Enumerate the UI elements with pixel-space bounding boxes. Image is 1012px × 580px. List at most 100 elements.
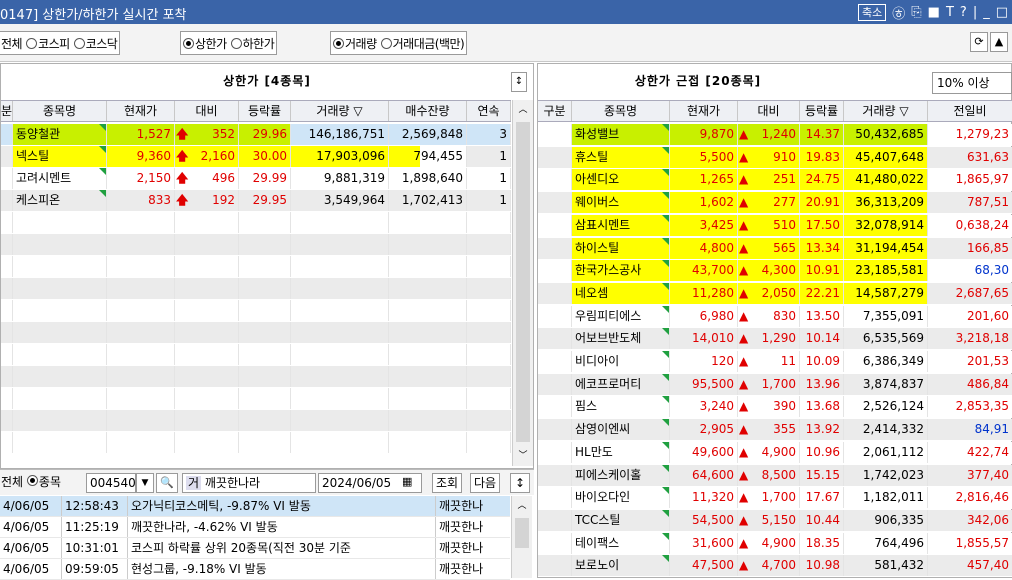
scroll-down-icon[interactable]: ﹀ (513, 446, 533, 466)
code-dropdown-icon[interactable]: ▼ (136, 473, 154, 493)
window-title: 0147] 상한가/하한가 실시간 포착 (0, 8, 187, 23)
table-row[interactable] (1, 300, 511, 322)
table-row[interactable]: 휴스틸 5,500 ▲ 910 19.83 45,407,648 631,63 (538, 146, 1012, 169)
market-kosdaq-radio[interactable]: 코스닥 (73, 35, 118, 52)
up-triangle-icon: ▲ (739, 263, 749, 278)
table-row[interactable] (1, 344, 511, 366)
table-row[interactable]: 고려시멘트 2,150 🡅 496 29.99 9,881,319 1,898,640 1 (1, 168, 511, 190)
table-row[interactable] (1, 432, 511, 454)
table-row[interactable]: 삼영이엔씨 2,905 ▲ 355 13.92 2,414,332 84,91 (538, 419, 1012, 442)
calendar-icon[interactable]: ▦ (402, 473, 422, 493)
stock-name-field: 거 깨끗한나라 (182, 473, 316, 493)
column-header[interactable]: 등락률 (239, 101, 291, 121)
table-row[interactable]: 우림피티에스 6,980 ▲ 830 13.50 7,355,091 201,60 (538, 305, 1012, 328)
table-row[interactable]: 피에스케이홀 64,600 ▲ 8,500 15.15 1,742,023 377,40 (538, 464, 1012, 487)
table-row[interactable] (1, 278, 511, 300)
query-button[interactable]: 조회 (432, 473, 463, 493)
news-item[interactable]: 4/06/05 09:59:05 현성그룹, -9.18% VI 발동 깨끗한나 (0, 559, 510, 580)
table-row[interactable]: TCC스틸 54,500 ▲ 5,150 10.44 906,335 342,06 (538, 509, 1012, 532)
font-icon[interactable]: T (946, 5, 954, 20)
table-row[interactable]: 핌스 3,240 ▲ 390 13.68 2,526,124 2,853,35 (538, 396, 1012, 419)
sort-toggle-icon[interactable]: ↕ (511, 72, 527, 92)
scroll-thumb[interactable] (516, 122, 530, 442)
upper-limit-radio[interactable]: 상한가 (183, 35, 227, 52)
lower-limit-radio[interactable]: 하한가 (230, 35, 275, 52)
news-sort-icon[interactable]: ↕ (510, 473, 530, 493)
table-row[interactable] (1, 366, 511, 388)
scope-all-radio[interactable]: 전체 (1, 475, 23, 489)
scroll-thumb[interactable] (515, 518, 529, 548)
change-cell: ▲ 2,050 (738, 282, 800, 304)
table-row[interactable]: 케스피온 833 🡅 192 29.95 3,549,964 1,702,413 1 (1, 190, 511, 212)
news-item[interactable]: 4/06/05 10:31:01 코스피 하락률 상위 20종목(직전 30분 기준… (0, 538, 510, 559)
help-icon[interactable]: ? (960, 5, 967, 20)
volume-cell: 50,432,685 (844, 124, 928, 145)
table-row[interactable]: 화성밸브 9,870 ▲ 1,240 14.37 50,432,685 1,279,23 (538, 124, 1012, 146)
column-header[interactable]: 거래량 ▽ (844, 101, 928, 121)
column-header[interactable]: 분 (1, 101, 13, 121)
column-header[interactable]: 등락률 (800, 101, 844, 121)
corner-marker-icon (662, 192, 669, 200)
table-row[interactable] (1, 212, 511, 234)
refresh-icon[interactable]: ⟳ (970, 32, 988, 52)
threshold-select[interactable]: 10% 이상 (932, 72, 1012, 94)
table-row[interactable]: 비디아이 120 ▲ 11 10.09 6,386,349 201,53 (538, 351, 1012, 373)
table-row[interactable]: HL만도 49,600 ▲ 4,900 10.96 2,061,112 422,74 (538, 441, 1012, 464)
table-row[interactable]: 에코프로머티 95,500 ▲ 1,700 13.96 3,874,837 486,84 (538, 373, 1012, 396)
column-header[interactable]: 구분 (538, 101, 572, 121)
table-row[interactable] (1, 256, 511, 278)
scroll-up-icon[interactable]: ︿ (512, 496, 532, 516)
corner-marker-icon (662, 509, 669, 517)
column-header[interactable]: 종목명 (13, 101, 107, 121)
table-row[interactable]: 한국가스공사 43,700 ▲ 4,300 10.91 23,185,581 68,30 (538, 260, 1012, 283)
table-row[interactable]: 삼표시멘트 3,425 ▲ 510 17.50 32,078,914 0,638,24 (538, 214, 1012, 237)
column-header[interactable]: 연속 (467, 101, 511, 121)
shrink-button[interactable]: 축소 (857, 3, 887, 21)
news-scrollbar[interactable]: ︿ (511, 496, 532, 578)
table-row[interactable] (1, 234, 511, 256)
news-item[interactable]: 4/06/05 12:58:43 오가닉티코스메틱, -9.87% VI 발동 깨끗한… (0, 496, 510, 517)
table-row[interactable]: 테이팩스 31,600 ▲ 4,900 18.35 764,496 1,855,57 (538, 532, 1012, 555)
gubun-cell (538, 214, 572, 236)
column-header[interactable]: 매수잔량 (389, 101, 467, 121)
table-row[interactable]: 웨이버스 1,602 ▲ 277 20.91 36,313,209 787,51 (538, 192, 1012, 215)
scope-item-radio[interactable]: 종목 (39, 475, 61, 489)
empty-cell (239, 300, 291, 321)
rate-cell: 15.15 (800, 464, 844, 486)
market-kospi-radio[interactable]: 코스피 (26, 35, 70, 52)
news-item[interactable]: 4/06/05 11:25:19 깨끗한나라, -4.62% VI 발동 깨끗한나 (0, 517, 510, 538)
column-header[interactable]: 대비 (175, 101, 239, 121)
next-button[interactable]: 다음 (470, 473, 501, 493)
sort-volume-radio[interactable]: 거래량 (333, 35, 377, 52)
column-header[interactable]: 종목명 (572, 101, 670, 121)
column-header[interactable]: 현재가 (107, 101, 175, 121)
column-header[interactable]: 전일비 (928, 101, 1012, 121)
table-row[interactable]: 네오셈 11,280 ▲ 2,050 22.21 14,587,279 2,687,65 (538, 282, 1012, 305)
market-all-radio[interactable]: 전체 (1, 35, 23, 52)
table-row[interactable] (1, 388, 511, 410)
sort-amount-radio[interactable]: 거래대금(백만) (380, 35, 465, 52)
prev-ratio-cell: 1,279,23 (928, 124, 1012, 145)
left-scrollbar[interactable]: ︿ ﹀ (512, 100, 533, 466)
minimize-icon[interactable]: _ (983, 5, 990, 20)
table-row[interactable] (1, 410, 511, 432)
column-header[interactable]: 거래량 ▽ (291, 101, 389, 121)
table-row[interactable] (1, 322, 511, 344)
table-row[interactable]: 하이스틸 4,800 ▲ 565 13.34 31,194,454 166,85 (538, 237, 1012, 260)
stock-code-input[interactable]: 004540 (86, 473, 136, 493)
table-row[interactable]: 넥스틸 9,360 🡅 2,160 30.00 17,903,096 794,455 1 (1, 146, 511, 168)
maximize-icon[interactable]: □ (996, 5, 1008, 20)
table-row[interactable]: 바이오다인 11,320 ▲ 1,700 17.67 1,182,011 2,816,46 (538, 487, 1012, 510)
column-header[interactable]: 대비 (738, 101, 800, 121)
collapse-up-icon[interactable]: ▲ (990, 32, 1008, 52)
table-row[interactable]: 보로노이 47,500 ▲ 4,700 10.98 581,432 457,40 (538, 555, 1012, 578)
table-row[interactable]: 아센디오 1,265 ▲ 251 24.75 41,480,022 1,865,97 (538, 169, 1012, 192)
pin-icon[interactable]: ■ (928, 5, 940, 20)
scroll-up-icon[interactable]: ︿ (513, 100, 533, 120)
column-header[interactable]: 현재가 (670, 101, 738, 121)
link-icon[interactable]: ㉭ (892, 3, 905, 22)
search-icon[interactable]: 🔍 (156, 473, 178, 493)
table-row[interactable]: 어보브반도체 14,010 ▲ 1,290 10.14 6,535,569 3,218,18 (538, 328, 1012, 351)
table-row[interactable]: 동양철관 1,527 🡅 352 29.96 146,186,751 2,569,848 3 (1, 124, 511, 146)
copy-window-icon[interactable]: ⎘ (911, 5, 921, 20)
